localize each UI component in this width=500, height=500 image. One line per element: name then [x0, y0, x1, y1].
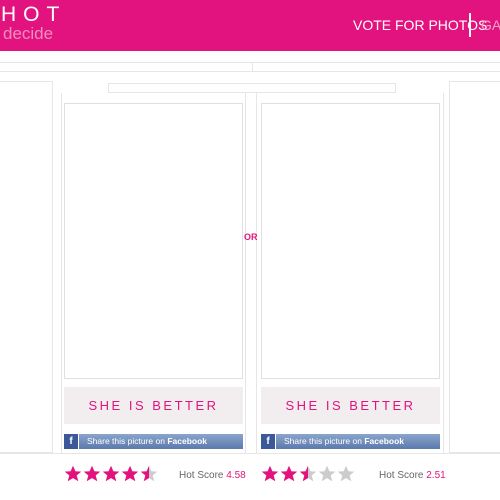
facebook-icon: f	[261, 434, 276, 449]
right-she-is-better-button[interactable]: SHE IS BETTER	[261, 387, 440, 424]
right-sidebar	[449, 81, 500, 453]
right-star-rating[interactable]	[261, 465, 361, 485]
left-sidebar	[0, 81, 53, 453]
left-star-icon-4[interactable]	[121, 465, 139, 483]
logo-hot[interactable]: HOT	[1, 4, 66, 26]
left-hot-score: Hot Score 4.58	[179, 470, 246, 481]
nav-divider	[469, 13, 471, 37]
right-star-icon-1[interactable]	[261, 465, 279, 483]
ad-strip-divider	[252, 62, 253, 72]
or-label: OR	[244, 232, 258, 242]
ad-strip	[0, 62, 500, 72]
right-photo[interactable]	[261, 103, 440, 379]
left-star-icon-3[interactable]	[102, 465, 120, 483]
left-star-icon-5[interactable]	[140, 465, 158, 483]
left-star-icon-2[interactable]	[83, 465, 101, 483]
left-star-icon-1[interactable]	[64, 465, 82, 483]
left-star-rating[interactable]	[64, 465, 164, 485]
right-share-facebook-button[interactable]: f Share this picture on Facebook	[261, 434, 440, 449]
left-share-facebook-button[interactable]: f Share this picture on Facebook	[64, 434, 243, 449]
right-hot-score: Hot Score 2.51	[379, 470, 446, 481]
right-star-icon-2[interactable]	[280, 465, 298, 483]
left-hot-score-value: 4.58	[226, 470, 246, 481]
right-hot-score-value: 2.51	[426, 470, 446, 481]
nav-gallery[interactable]: GAL	[481, 16, 500, 34]
share-text: Share this picture on Facebook	[87, 436, 208, 446]
logo-decide[interactable]: decide	[3, 24, 53, 44]
right-star-icon-5[interactable]	[337, 465, 355, 483]
nav-vote-for-photos[interactable]: VOTE FOR PHOTOS	[353, 16, 487, 34]
right-star-icon-3[interactable]	[299, 465, 317, 483]
share-text: Share this picture on Facebook	[284, 436, 405, 446]
facebook-icon: f	[64, 434, 79, 449]
left-she-is-better-button[interactable]: SHE IS BETTER	[64, 387, 243, 424]
left-photo[interactable]	[64, 103, 243, 379]
banner-placeholder	[108, 83, 396, 93]
right-star-icon-4[interactable]	[318, 465, 336, 483]
site-header: HOT decide VOTE FOR PHOTOS GAL	[0, 0, 500, 51]
